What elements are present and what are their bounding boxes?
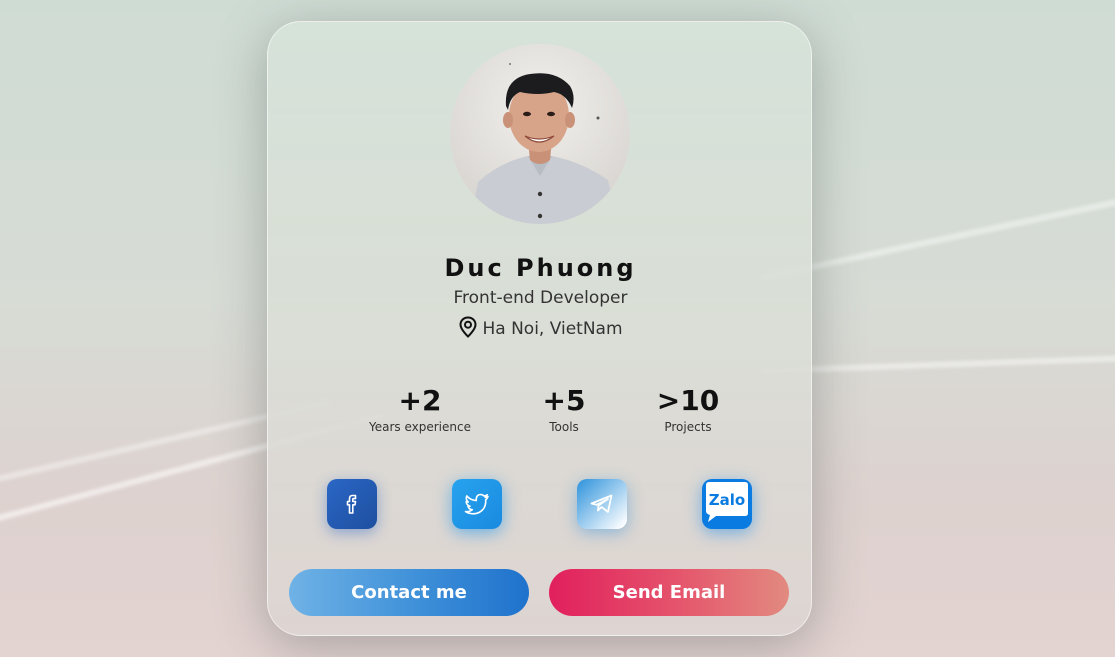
stat-value: +5 <box>542 384 586 417</box>
zalo-wordmark: Zalo <box>709 491 745 509</box>
stat-value: +2 <box>398 384 442 417</box>
background-streak <box>759 354 1115 374</box>
zalo-icon: Zalo <box>706 482 748 522</box>
stat-label: Tools <box>549 420 579 434</box>
profile-card: Duc Phuong Front-end Developer Ha Noi, V… <box>267 21 812 636</box>
stat-projects: >10 Projects <box>638 384 738 434</box>
twitter-icon <box>464 493 489 515</box>
stat-experience: +2 Years experience <box>365 384 475 434</box>
stat-label: Projects <box>664 420 712 434</box>
profile-location: Ha Noi, VietNam <box>268 316 813 343</box>
avatar <box>450 44 630 224</box>
facebook-button[interactable] <box>327 479 377 529</box>
map-pin-icon <box>458 316 478 343</box>
contact-me-button[interactable]: Contact me <box>289 569 529 616</box>
telegram-button[interactable] <box>577 479 627 529</box>
stat-tools: +5 Tools <box>514 384 614 434</box>
twitter-button[interactable] <box>452 479 502 529</box>
zalo-button[interactable]: Zalo <box>702 479 752 529</box>
profile-name: Duc Phuong <box>444 254 637 282</box>
telegram-icon <box>590 494 613 513</box>
send-email-button[interactable]: Send Email <box>549 569 789 616</box>
profile-role: Front-end Developer <box>453 288 628 308</box>
stat-value: >10 <box>656 384 720 417</box>
facebook-icon <box>346 494 357 514</box>
avatar-photo <box>450 44 630 224</box>
location-text: Ha Noi, VietNam <box>482 319 623 339</box>
stat-label: Years experience <box>369 420 471 434</box>
